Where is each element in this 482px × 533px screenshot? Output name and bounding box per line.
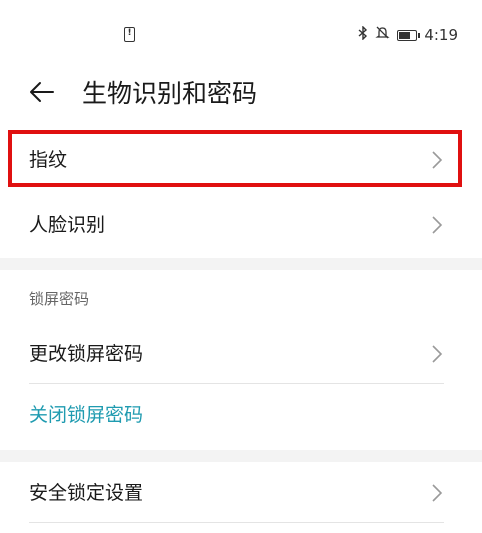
fingerprint-label: 指纹 (29, 149, 68, 171)
divider (29, 383, 444, 384)
disable-lock-password-button[interactable]: 关闭锁屏密码 (0, 386, 482, 444)
back-button[interactable] (20, 76, 64, 112)
mute-icon (375, 25, 390, 45)
face-recognition-label: 人脸识别 (29, 214, 106, 236)
lock-section-title: 锁屏密码 (29, 290, 90, 308)
change-lock-password-item[interactable]: 更改锁屏密码 (0, 324, 482, 382)
alert-icon: ! (124, 27, 135, 42)
disable-lock-password-label: 关闭锁屏密码 (29, 404, 144, 426)
battery-icon (397, 29, 421, 41)
bluetooth-icon (358, 24, 368, 45)
chevron-right-icon (430, 343, 444, 365)
divider (29, 522, 444, 523)
arrow-left-icon (29, 81, 55, 107)
security-lock-settings-item[interactable]: 安全锁定设置 (0, 464, 482, 522)
fingerprint-item[interactable]: 指纹 (0, 132, 482, 188)
face-recognition-item[interactable]: 人脸识别 (0, 196, 482, 252)
section-gap (0, 450, 482, 462)
chevron-right-icon (430, 149, 444, 171)
change-lock-password-label: 更改锁屏密码 (29, 343, 144, 365)
status-time: 4:19 (424, 26, 458, 44)
status-icons: 4:19 (358, 24, 458, 45)
section-gap (0, 258, 482, 270)
status-bar: ! 4:19 (0, 0, 482, 70)
chevron-right-icon (430, 482, 444, 504)
chevron-right-icon (430, 214, 444, 236)
security-lock-settings-label: 安全锁定设置 (29, 482, 144, 504)
header: 生物识别和密码 (0, 70, 482, 120)
page-title: 生物识别和密码 (82, 79, 258, 108)
